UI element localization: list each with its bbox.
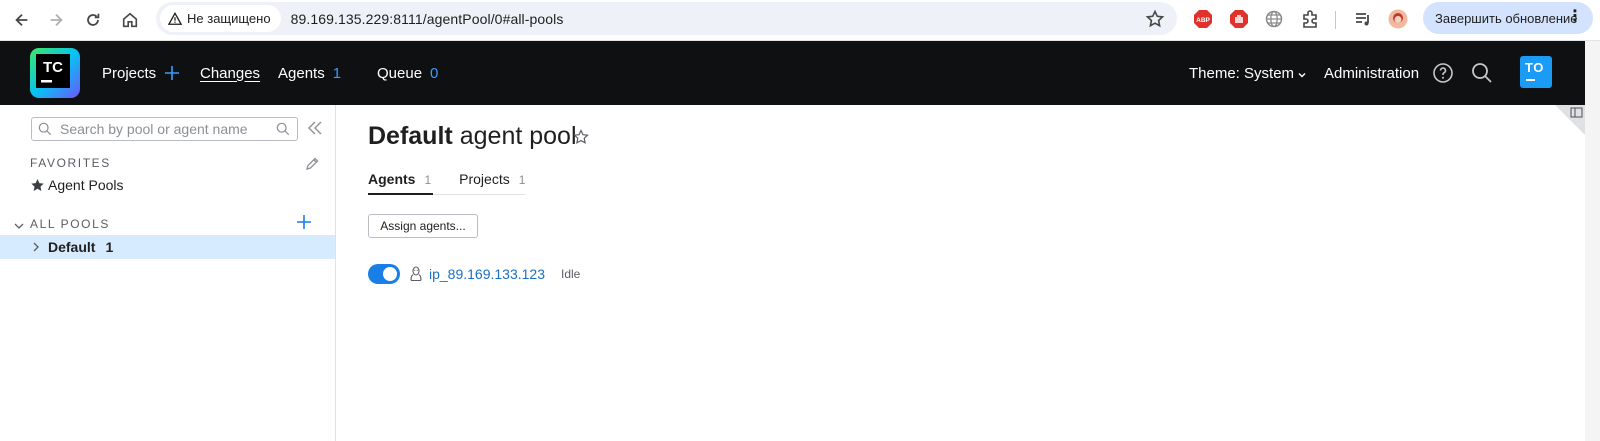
agent-status: Idle bbox=[561, 267, 581, 281]
theme-selector[interactable]: Theme: System bbox=[1189, 41, 1307, 105]
nav-projects-label: Projects bbox=[102, 64, 157, 82]
help-icon[interactable] bbox=[1431, 61, 1455, 85]
arrow-left-icon bbox=[15, 13, 28, 27]
agent-name-link[interactable]: ip_89.169.133.123 bbox=[429, 266, 545, 282]
pool-item-default[interactable]: Default 1 bbox=[0, 235, 335, 259]
adblock-extension-icon[interactable]: ABP bbox=[1192, 8, 1214, 30]
update-label: Завершить обновление bbox=[1435, 10, 1578, 26]
star-outline-icon[interactable] bbox=[573, 129, 589, 145]
collapse-sidebar-icon[interactable] bbox=[306, 119, 324, 137]
forward-button[interactable] bbox=[38, 3, 74, 37]
svg-text:ABP: ABP bbox=[1196, 17, 1210, 24]
pool-count: 1 bbox=[105, 239, 114, 255]
star-filled-icon bbox=[31, 178, 44, 191]
logo-text: TC bbox=[43, 59, 63, 76]
agent-enabled-toggle[interactable] bbox=[368, 264, 400, 284]
globe-extension-icon[interactable] bbox=[1263, 8, 1285, 30]
browser-toolbar: Не защищено 89.169.135.229:8111/agentPoo… bbox=[0, 0, 1600, 41]
tab-agents-label: Agents bbox=[368, 171, 416, 187]
chevron-right-icon[interactable] bbox=[30, 241, 42, 253]
chevron-down-icon bbox=[1298, 72, 1306, 77]
nav-queue[interactable]: Queue 0 bbox=[377, 41, 438, 105]
page-title-pool-name: Default bbox=[368, 122, 453, 150]
theme-label: Theme: System bbox=[1189, 64, 1295, 82]
search-icon[interactable] bbox=[1470, 61, 1494, 85]
tab-agents[interactable]: Agents 1 bbox=[368, 169, 434, 195]
warning-icon bbox=[168, 11, 182, 25]
media-queue-icon[interactable] bbox=[1352, 8, 1374, 30]
extensions-puzzle-icon[interactable] bbox=[1299, 8, 1321, 30]
all-pools-title: ALL POOLS bbox=[30, 217, 110, 231]
page-scrollbar[interactable] bbox=[1585, 41, 1600, 441]
sidebar-panel-icon[interactable] bbox=[1555, 105, 1585, 143]
teamcity-logo[interactable]: TC bbox=[30, 48, 80, 98]
pencil-icon[interactable] bbox=[304, 156, 320, 172]
nav-projects[interactable]: Projects bbox=[102, 41, 180, 105]
administration-link[interactable]: Administration bbox=[1324, 41, 1419, 105]
tab-projects-label: Projects bbox=[459, 171, 510, 187]
administration-label: Administration bbox=[1324, 64, 1420, 82]
agents-count: 1 bbox=[332, 64, 342, 82]
security-indicator[interactable]: Не защищено bbox=[160, 5, 281, 32]
assign-agents-button[interactable]: Assign agents... bbox=[368, 214, 478, 238]
pool-search-input[interactable] bbox=[60, 121, 260, 137]
profile-avatar-icon[interactable] bbox=[1387, 8, 1409, 30]
tab-projects-count: 1 bbox=[518, 173, 526, 187]
url-text[interactable]: 89.169.135.229:8111/agentPool/0#all-pool… bbox=[291, 11, 564, 27]
main-content: Default agent pool Agents 1 Projects 1 A… bbox=[337, 105, 1600, 441]
address-bar[interactable]: Не защищено 89.169.135.229:8111/agentPoo… bbox=[156, 2, 1177, 35]
nav-agents[interactable]: Agents 1 bbox=[278, 41, 341, 105]
arrow-right-icon bbox=[50, 13, 63, 27]
tab-agents-count: 1 bbox=[424, 173, 432, 187]
linux-icon bbox=[410, 266, 422, 282]
nav-queue-label: Queue bbox=[377, 64, 423, 82]
reload-icon bbox=[87, 13, 100, 26]
pool-search[interactable] bbox=[31, 117, 298, 141]
nav-agents-label: Agents bbox=[278, 64, 325, 82]
toolbar-divider bbox=[1335, 11, 1336, 29]
pool-name: Default bbox=[48, 239, 96, 255]
more-vertical-icon[interactable]: ⋮ bbox=[1567, 9, 1583, 25]
chevron-down-icon[interactable] bbox=[13, 220, 25, 232]
add-pool-icon[interactable] bbox=[295, 213, 313, 231]
queue-count: 0 bbox=[430, 64, 439, 82]
nav-changes-label: Changes bbox=[200, 64, 261, 82]
sidebar: FAVORITES Agent Pools ALL POOLS Default … bbox=[0, 105, 336, 441]
update-browser-button[interactable]: Завершить обновление ⋮ bbox=[1423, 2, 1593, 34]
favorites-title: FAVORITES bbox=[30, 156, 111, 170]
search-icon bbox=[38, 122, 52, 136]
search-icon bbox=[276, 122, 290, 136]
agent-row: ip_89.169.133.123 Idle bbox=[368, 263, 580, 285]
plus-icon[interactable] bbox=[164, 65, 180, 81]
home-icon bbox=[122, 12, 138, 28]
tab-projects[interactable]: Projects 1 bbox=[459, 169, 525, 195]
app-header: TC Projects Changes Agents 1 Queue 0 The… bbox=[0, 41, 1600, 105]
favorite-label: Agent Pools bbox=[48, 177, 124, 193]
reload-button[interactable] bbox=[75, 3, 111, 37]
home-button[interactable] bbox=[112, 3, 148, 37]
stop-extension-icon[interactable] bbox=[1228, 8, 1250, 30]
back-button[interactable] bbox=[4, 3, 40, 37]
bookmark-star-icon[interactable] bbox=[1145, 9, 1165, 29]
page-title: Default agent pool bbox=[368, 122, 577, 151]
nav-changes[interactable]: Changes bbox=[200, 41, 260, 105]
security-label: Не защищено bbox=[187, 11, 271, 26]
user-avatar[interactable]: TO bbox=[1520, 56, 1552, 88]
favorite-item-agent-pools[interactable]: Agent Pools bbox=[30, 177, 124, 193]
page-title-suffix: agent pool bbox=[459, 122, 577, 150]
pool-tabs: Agents 1 Projects 1 bbox=[368, 169, 526, 195]
